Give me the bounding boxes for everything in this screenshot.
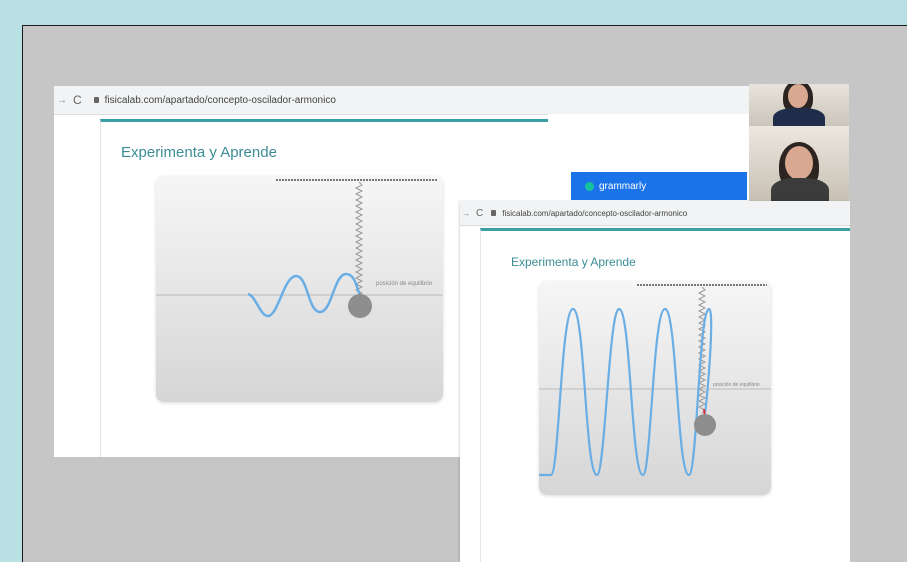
- oscillator-simulation[interactable]: posición de equilibrio: [156, 176, 443, 402]
- wave-trace: [539, 307, 713, 477]
- equilibrium-label: posición de equilibrio: [713, 382, 760, 388]
- grammarly-logo-icon: [585, 181, 594, 191]
- oscillator-drawing: [539, 284, 771, 477]
- participant-body: [771, 178, 829, 201]
- participant-face: [785, 146, 813, 180]
- webcam-participant-2[interactable]: [749, 126, 849, 201]
- oscillator-drawing: [156, 179, 443, 318]
- equilibrium-label: posición de equilibrio: [376, 281, 433, 287]
- spring: [354, 181, 364, 297]
- grammarly-label: grammarly: [599, 180, 647, 192]
- forward-arrow-icon[interactable]: →: [57, 95, 67, 106]
- forward-arrow-icon[interactable]: →: [462, 209, 470, 218]
- lock-icon: [93, 97, 99, 103]
- oscillator-mass: [694, 414, 716, 436]
- grammarly-banner[interactable]: grammarly: [571, 172, 747, 200]
- page-card: Experimenta y Aprende posición de equili…: [480, 228, 850, 562]
- participant-face: [788, 84, 808, 108]
- url-text[interactable]: fisicalab.com/apartado/concepto-oscilado…: [502, 209, 687, 218]
- page-heading: Experimenta y Aprende: [511, 255, 636, 269]
- reload-icon[interactable]: C: [73, 93, 82, 107]
- oscillator-mass: [348, 294, 372, 318]
- page-heading: Experimenta y Aprende: [121, 144, 277, 161]
- webcam-participant-1[interactable]: [749, 84, 849, 129]
- browser-window-front: → C fisicalab.com/apartado/concepto-osci…: [460, 201, 850, 562]
- address-bar[interactable]: → C fisicalab.com/apartado/concepto-osci…: [460, 201, 850, 226]
- lock-icon: [491, 210, 497, 216]
- address-bar[interactable]: → C fisicalab.com/apartado/concepto-osci…: [54, 86, 751, 115]
- screen-share-frame: → C fisicalab.com/apartado/concepto-osci…: [22, 25, 907, 562]
- oscillator-simulation[interactable]: posición de equilibrio: [539, 281, 771, 495]
- url-text[interactable]: fisicalab.com/apartado/concepto-oscilado…: [105, 95, 336, 106]
- reload-icon[interactable]: C: [476, 208, 483, 219]
